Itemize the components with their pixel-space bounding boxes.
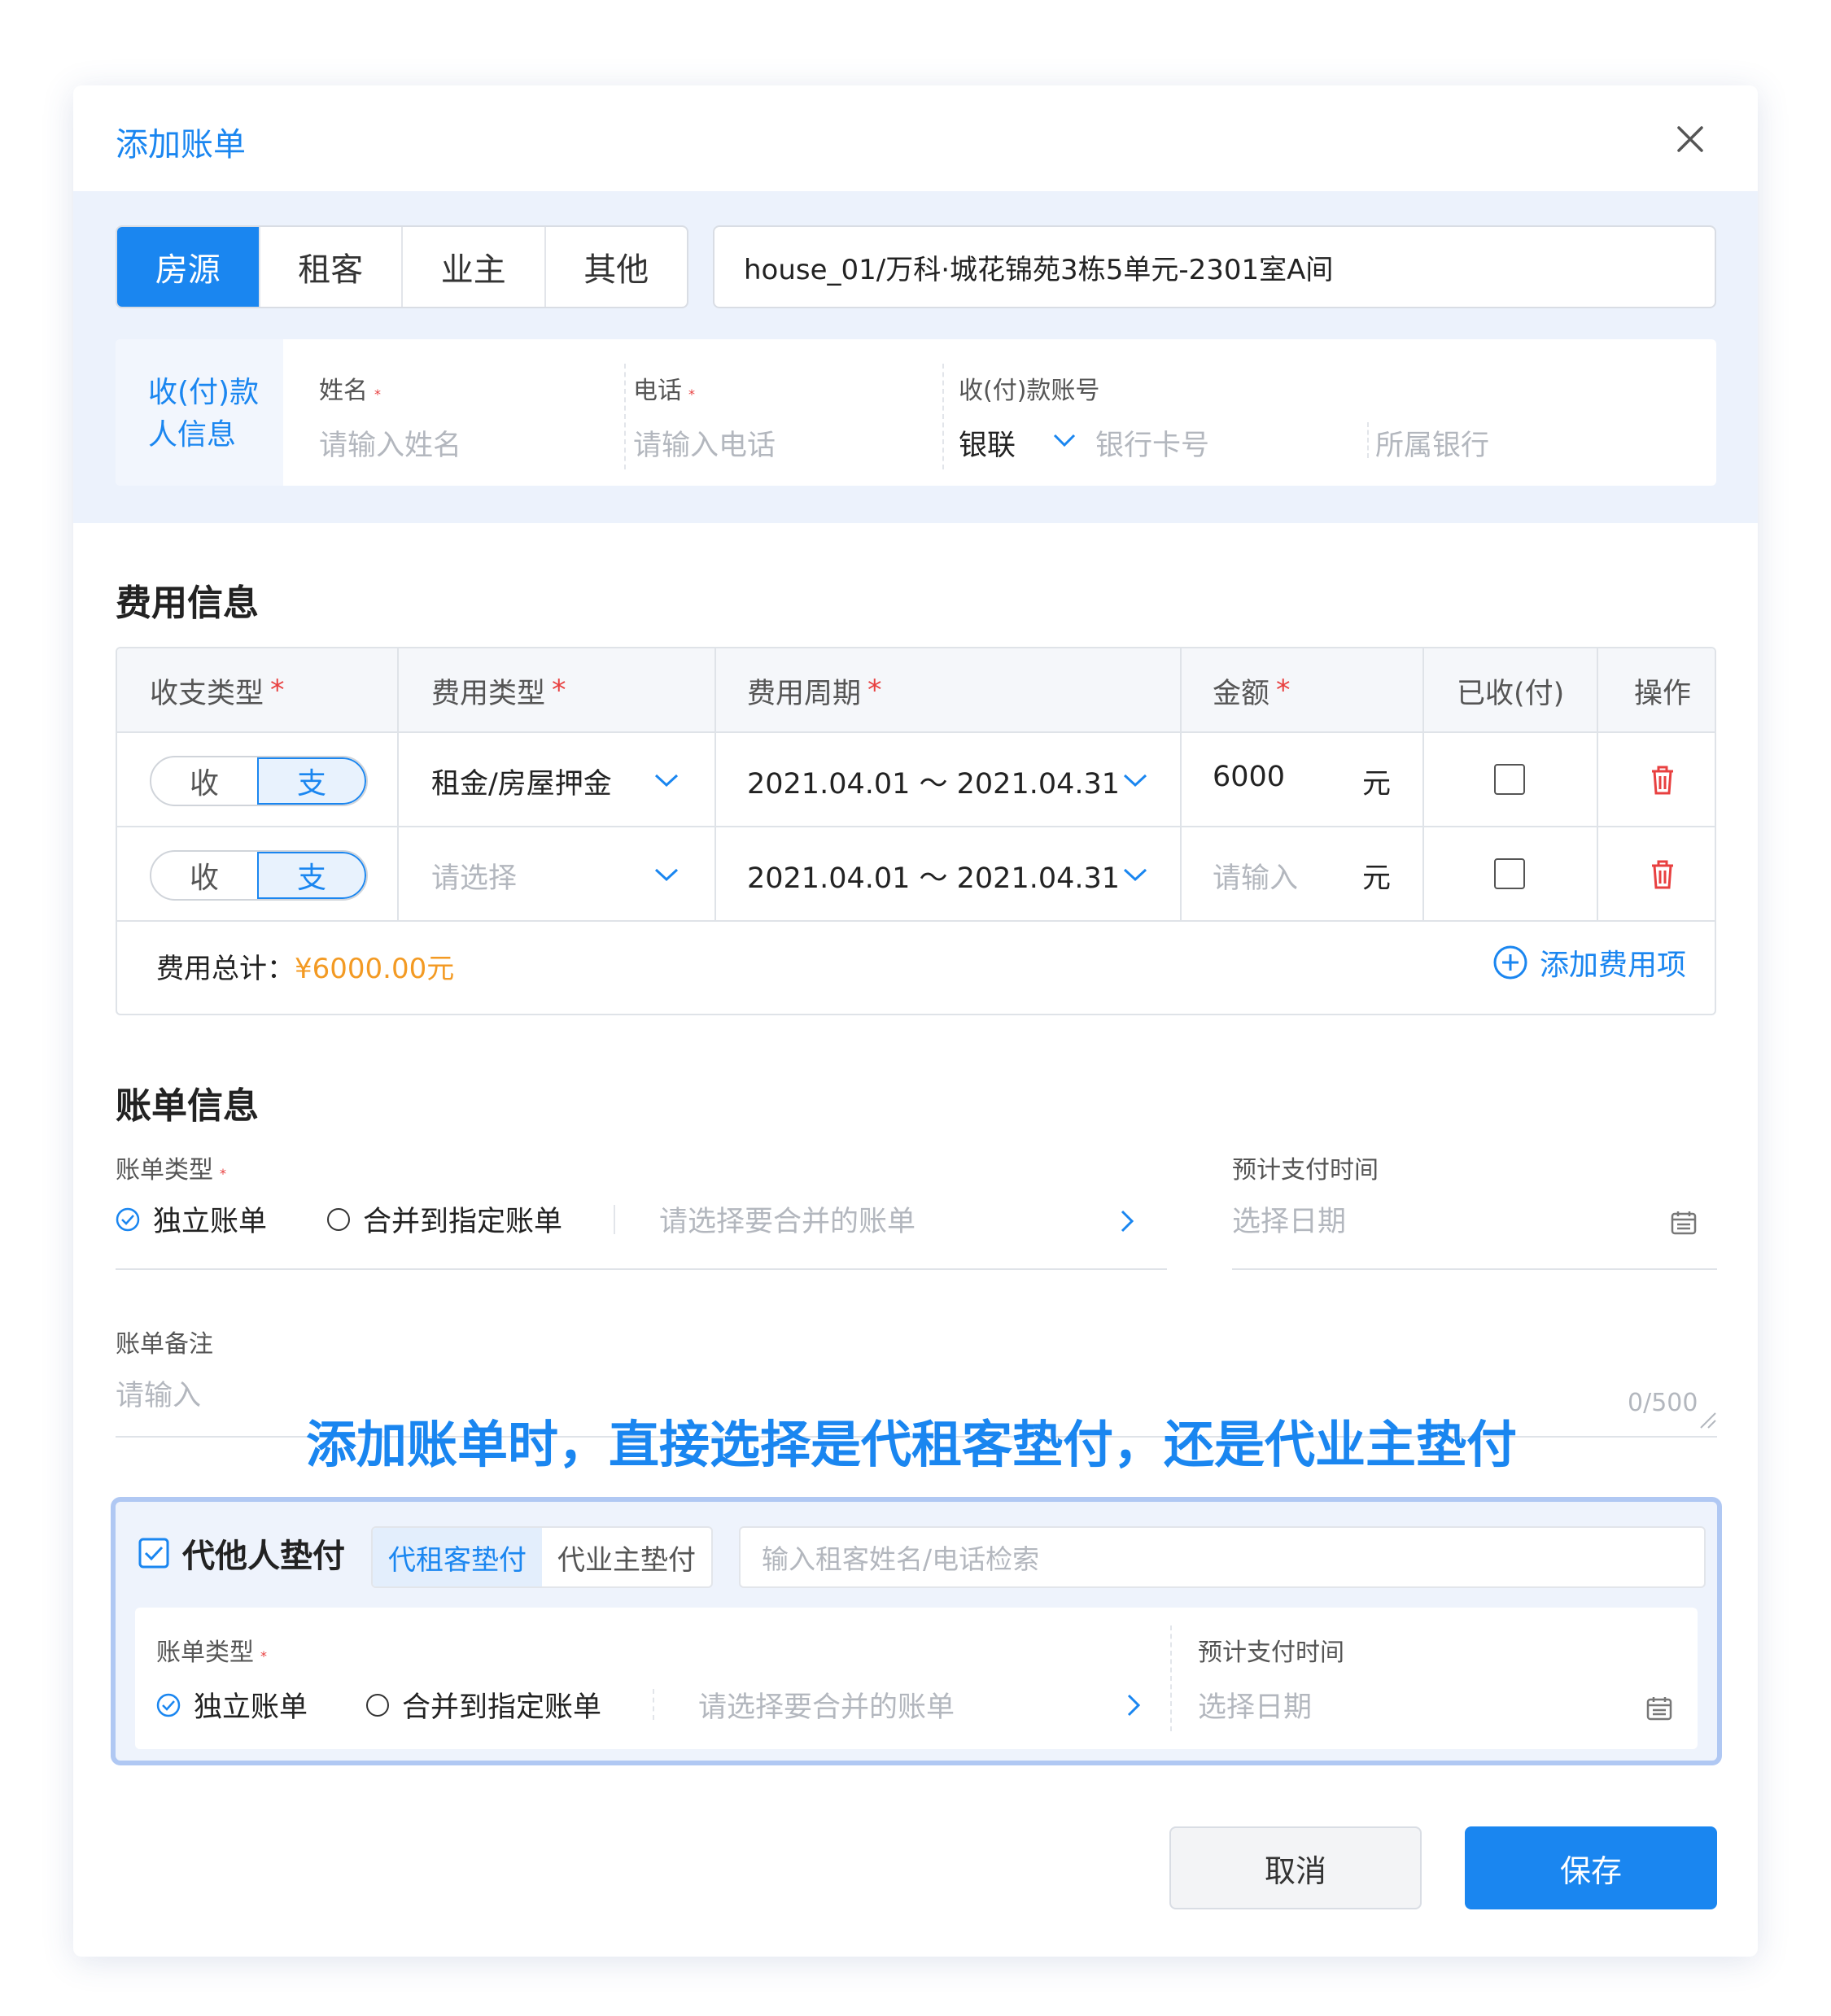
proxy-checkbox[interactable]: 代他人垫付 <box>138 1529 345 1577</box>
card-number-input[interactable]: 银行卡号 <box>1095 422 1209 464</box>
proxy-tabs: 代租客垫付 代业主垫付 <box>371 1526 713 1588</box>
fee-period-select[interactable]: 2021.04.01 ～ 2021.04.31 <box>747 761 1120 802</box>
chevron-down-icon[interactable] <box>653 865 680 884</box>
table-row: 收 支 租金/房屋押金 2021.04.01 ～ 2021.04.31 6000… <box>117 733 1715 827</box>
proxy-date-label: 预计支付时间 <box>1198 1639 1344 1667</box>
date-label: 预计支付时间 <box>1232 1156 1379 1185</box>
save-button[interactable]: 保存 <box>1465 1826 1717 1909</box>
toggle-in[interactable]: 收 <box>151 757 257 805</box>
proxy-merge-bill-select[interactable]: 请选择要合并的账单 <box>698 1684 955 1726</box>
radio-icon <box>366 1693 389 1717</box>
bill-type-label: 账单类型 * <box>116 1156 226 1185</box>
fee-type-select[interactable]: 请选择 <box>431 855 517 897</box>
add-bill-dialog: 添加账单 房源 租客 业主 其他 house_01/万科·城花锦苑3栋5单元-2… <box>73 85 1758 1957</box>
source-band: 房源 租客 业主 其他 house_01/万科·城花锦苑3栋5单元-2301室A… <box>73 191 1758 523</box>
calendar-icon[interactable] <box>1670 1210 1698 1236</box>
resize-handle-icon[interactable] <box>1698 1410 1717 1429</box>
amount-input[interactable]: 请输入 <box>1213 855 1298 897</box>
in-out-toggle[interactable]: 收 支 <box>150 850 368 901</box>
tab-tenant[interactable]: 租客 <box>260 227 403 307</box>
chevron-right-icon[interactable] <box>1125 1692 1143 1718</box>
toggle-in[interactable]: 收 <box>151 852 257 899</box>
payee-info: 收(付)款 人信息 姓名 * 请输入姓名 电话 * 请输入电话 收(付)款账号 银联… <box>116 339 1716 486</box>
plus-circle-icon <box>1493 945 1527 980</box>
payee-section-label: 收(付)款 人信息 <box>116 339 283 486</box>
proxy-bill-form: 账单类型 * 独立账单 合并到指定账单 请选择要合并的账单 预计支付时间 选择日期 <box>135 1608 1698 1749</box>
chevron-down-icon[interactable] <box>1121 770 1149 790</box>
radio-icon <box>327 1207 350 1231</box>
amount-unit: 元 <box>1362 862 1392 895</box>
proxy-option-merge[interactable]: 合并到指定账单 <box>366 1684 601 1726</box>
fee-type-select[interactable]: 租金/房屋押金 <box>431 761 612 802</box>
source-tabs: 房源 租客 业主 其他 <box>116 225 688 308</box>
chevron-right-icon[interactable] <box>1118 1208 1136 1234</box>
toggle-out[interactable]: 支 <box>257 852 366 899</box>
chevron-down-icon[interactable] <box>1051 430 1077 450</box>
fees-table-header: 收支类型 * 费用类型 * 费用周期 * 金额 * 已收(付) 操作 <box>117 648 1715 733</box>
account-type-select[interactable]: 银联 <box>959 422 1016 464</box>
bank-input[interactable]: 所属银行 <box>1375 422 1489 464</box>
dialog-title: 添加账单 <box>116 126 246 164</box>
remark-counter: 0/500 <box>1628 1389 1698 1417</box>
house-address-input[interactable]: house_01/万科·城花锦苑3栋5单元-2301室A间 <box>713 225 1716 308</box>
merge-bill-select[interactable]: 请选择要合并的账单 <box>659 1198 916 1240</box>
amount-unit: 元 <box>1362 768 1392 801</box>
fee-period-select[interactable]: 2021.04.01 ～ 2021.04.31 <box>747 855 1120 897</box>
checkbox-checked-icon <box>138 1538 169 1569</box>
tab-proxy-owner[interactable]: 代业主垫付 <box>542 1528 711 1586</box>
tab-owner[interactable]: 业主 <box>403 227 546 307</box>
annotation-text: 添加账单时，直接选择是代租客垫付，还是代业主垫付 <box>306 1415 1518 1474</box>
name-input[interactable]: 请输入姓名 <box>319 422 461 464</box>
add-fee-button[interactable]: 添加费用项 <box>1492 941 1686 984</box>
toggle-out[interactable]: 支 <box>257 757 366 805</box>
trash-icon[interactable] <box>1649 858 1676 891</box>
calendar-icon[interactable] <box>1645 1695 1673 1721</box>
tab-proxy-tenant[interactable]: 代租客垫付 <box>373 1528 542 1586</box>
table-row: 收 支 请选择 2021.04.01 ～ 2021.04.31 请输入 元 <box>117 827 1715 922</box>
bill-section-title: 账单信息 <box>116 1085 259 1127</box>
fees-section-title: 费用信息 <box>116 583 259 624</box>
remark-label: 账单备注 <box>116 1330 213 1359</box>
chevron-down-icon[interactable] <box>1121 865 1149 884</box>
proxy-payment-panel: 代他人垫付 代租客垫付 代业主垫付 输入租客姓名/电话检索 账单类型 * 独立账单… <box>111 1497 1722 1765</box>
fees-total: 费用总计：¥6000.00元 <box>156 953 455 985</box>
name-label: 姓名 * <box>319 377 381 405</box>
phone-label: 电话 * <box>633 377 695 405</box>
tenant-search-input[interactable]: 输入租客姓名/电话检索 <box>739 1526 1706 1588</box>
in-out-toggle[interactable]: 收 支 <box>150 756 368 806</box>
option-independent[interactable]: 独立账单 <box>116 1198 267 1240</box>
check-circle-icon <box>116 1207 140 1231</box>
paid-checkbox[interactable] <box>1494 764 1525 795</box>
chevron-down-icon[interactable] <box>653 770 680 790</box>
phone-input[interactable]: 请输入电话 <box>633 422 776 464</box>
proxy-date-input[interactable]: 选择日期 <box>1198 1684 1312 1726</box>
check-circle-icon <box>156 1693 181 1717</box>
fees-table: 收支类型 * 费用类型 * 费用周期 * 金额 * 已收(付) 操作 收 支 租金/房屋… <box>116 647 1716 1015</box>
proxy-option-independent[interactable]: 独立账单 <box>156 1684 308 1726</box>
tab-other[interactable]: 其他 <box>546 227 688 307</box>
date-input[interactable]: 选择日期 <box>1232 1198 1346 1240</box>
amount-input[interactable]: 6000 <box>1213 761 1285 793</box>
cancel-button[interactable]: 取消 <box>1169 1826 1422 1909</box>
trash-icon[interactable] <box>1649 764 1676 796</box>
account-label: 收(付)款账号 <box>959 377 1100 405</box>
tab-house[interactable]: 房源 <box>117 227 260 307</box>
paid-checkbox[interactable] <box>1494 858 1525 889</box>
remark-input[interactable]: 请输入 <box>116 1372 201 1414</box>
close-icon[interactable] <box>1671 120 1710 159</box>
option-merge[interactable]: 合并到指定账单 <box>327 1198 562 1240</box>
proxy-bill-type-label: 账单类型 * <box>156 1639 267 1667</box>
fees-total-amount: ¥6000.00元 <box>295 953 455 985</box>
